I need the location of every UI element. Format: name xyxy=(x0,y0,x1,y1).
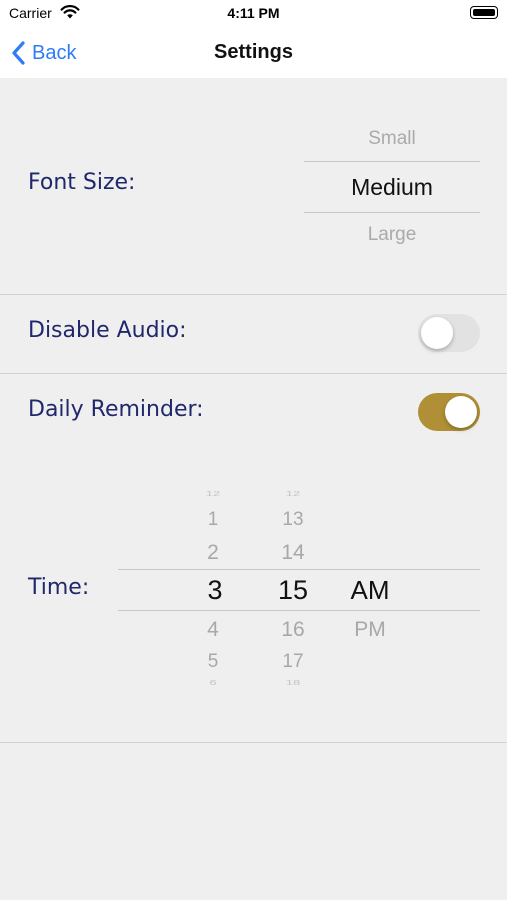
battery-tip xyxy=(470,6,498,19)
picker-selection-line-bottom xyxy=(118,610,480,611)
hour-option-selected[interactable]: 3 xyxy=(185,575,245,606)
status-time: 4:11 PM xyxy=(227,5,280,21)
divider xyxy=(0,373,507,374)
period-option[interactable]: PM xyxy=(340,618,400,642)
minute-option[interactable]: 13 xyxy=(263,509,323,531)
disable-audio-label: Disable Audio: xyxy=(28,318,187,343)
status-bar: Carrier 4:11 PM xyxy=(0,0,507,28)
hour-option[interactable]: 1 xyxy=(183,509,243,531)
time-picker[interactable]: 12 1 2 3 4 5 6 12 13 14 15 16 17 18 AM P… xyxy=(118,472,480,704)
page-title: Settings xyxy=(214,41,293,63)
divider xyxy=(0,294,507,295)
disable-audio-toggle[interactable] xyxy=(418,314,480,352)
minute-option-selected[interactable]: 15 xyxy=(263,575,323,606)
period-option-selected[interactable]: AM xyxy=(340,575,400,606)
minute-option[interactable]: 14 xyxy=(263,541,323,565)
hour-option[interactable]: 6 xyxy=(183,678,243,686)
hour-option[interactable]: 5 xyxy=(183,651,243,673)
picker-selection-line-bottom xyxy=(304,212,480,213)
minute-option[interactable]: 18 xyxy=(263,678,323,686)
divider xyxy=(0,742,507,743)
navigation-bar: Back Settings xyxy=(0,28,507,78)
font-size-option-large[interactable]: Large xyxy=(304,224,480,246)
picker-selection-line-top xyxy=(118,569,480,570)
toggle-knob xyxy=(445,396,477,428)
font-size-label: Font Size: xyxy=(28,170,136,195)
hour-option[interactable]: 12 xyxy=(183,489,243,497)
hour-option[interactable]: 4 xyxy=(183,618,243,642)
font-size-option-small[interactable]: Small xyxy=(304,128,480,150)
daily-reminder-label: Daily Reminder: xyxy=(28,397,204,422)
font-size-option-medium[interactable]: Medium xyxy=(304,174,480,201)
minute-option[interactable]: 16 xyxy=(263,618,323,642)
toggle-knob xyxy=(421,317,453,349)
minute-option[interactable]: 17 xyxy=(263,651,323,673)
minute-option[interactable]: 12 xyxy=(263,489,323,497)
daily-reminder-toggle[interactable] xyxy=(418,393,480,431)
picker-selection-line-top xyxy=(304,161,480,162)
hour-option[interactable]: 2 xyxy=(183,541,243,565)
time-label: Time: xyxy=(28,575,90,600)
